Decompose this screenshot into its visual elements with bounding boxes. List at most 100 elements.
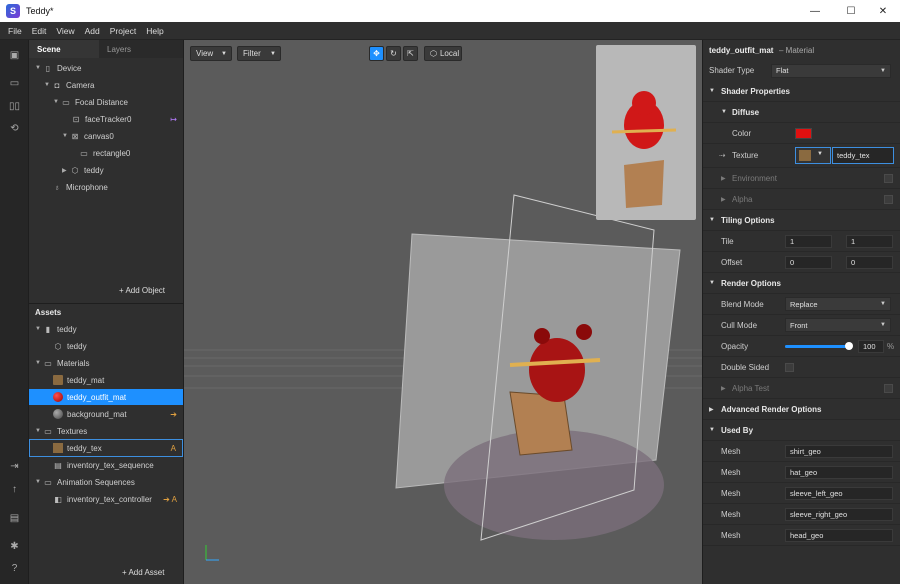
expand-arrow-icon[interactable]: ▼: [709, 280, 715, 286]
asset-item-teddy-mat[interactable]: teddy_mat: [53, 372, 104, 388]
asset-item-teddy-tex[interactable]: teddy_tex A: [29, 439, 183, 457]
viewport[interactable]: View ▼ Filter ▼ ✥ ↻ ⇱ ⬡ Local: [184, 40, 702, 584]
alpha-test-checkbox[interactable]: [884, 383, 893, 393]
menu-add[interactable]: Add: [80, 26, 105, 36]
texture-picker[interactable]: ▼: [795, 147, 831, 164]
color-swatch[interactable]: [795, 127, 812, 139]
add-object-button[interactable]: + Add Object: [119, 286, 165, 295]
collapse-arrow-icon[interactable]: ▶: [721, 175, 726, 182]
upload-icon[interactable]: ↑: [8, 483, 21, 496]
tile-x-field[interactable]: 1: [785, 234, 832, 248]
view-dropdown[interactable]: View ▼: [190, 46, 232, 61]
opacity-slider-thumb[interactable]: [845, 342, 853, 350]
local-toggle-button[interactable]: ⬡ Local: [424, 46, 462, 61]
expand-arrow-icon[interactable]: ▼: [44, 82, 52, 88]
asset-item-animation-sequences[interactable]: ▼ ▭ Animation Sequences: [35, 474, 135, 490]
shader-properties-section[interactable]: ▼ Shader Properties: [703, 81, 900, 102]
mesh-field[interactable]: shirt_geo: [785, 444, 893, 458]
texture-name-field[interactable]: teddy_tex: [832, 147, 894, 164]
expand-arrow-icon[interactable]: ▼: [709, 427, 715, 433]
link-icon[interactable]: ↦: [170, 115, 177, 124]
alpha-checkbox[interactable]: [884, 194, 893, 204]
scene-canvas[interactable]: [184, 40, 702, 584]
send-to-device-icon[interactable]: ⇥: [8, 460, 21, 473]
rotate-tool-icon[interactable]: ↻: [386, 46, 401, 61]
help-icon[interactable]: ?: [8, 562, 21, 575]
offset-y-field[interactable]: 0: [846, 255, 893, 269]
collapse-arrow-icon[interactable]: ▶: [62, 167, 70, 174]
tree-item-camera[interactable]: ▼ ◘ Camera: [44, 77, 94, 93]
close-icon[interactable]: ✕: [866, 0, 900, 22]
double-sided-checkbox[interactable]: [785, 362, 794, 372]
link-arrow-icon[interactable]: ⇢: [719, 151, 726, 160]
expand-arrow-icon[interactable]: ▼: [35, 65, 43, 71]
tree-item-canvas[interactable]: ▼ ⊠ canvas0: [62, 128, 114, 144]
menu-help[interactable]: Help: [141, 26, 168, 36]
collapse-arrow-icon[interactable]: ▶: [721, 385, 726, 392]
expand-arrow-icon[interactable]: ▼: [53, 99, 61, 105]
alpha-test-section[interactable]: ▶ Alpha Test: [703, 378, 900, 399]
asset-item-inventory-tex-sequence[interactable]: ▤ inventory_tex_sequence: [53, 457, 154, 473]
menu-project[interactable]: Project: [105, 26, 141, 36]
filter-dropdown[interactable]: Filter ▼: [237, 46, 281, 61]
menu-edit[interactable]: Edit: [27, 26, 52, 36]
environment-checkbox[interactable]: [884, 173, 893, 183]
video-icon[interactable]: ▭: [8, 77, 21, 90]
mesh-field[interactable]: sleeve_left_geo: [785, 486, 893, 500]
tiling-options-section[interactable]: ▼ Tiling Options: [703, 210, 900, 231]
tab-layers[interactable]: Layers: [99, 40, 139, 58]
menu-file[interactable]: File: [3, 26, 27, 36]
expand-arrow-icon[interactable]: ▼: [35, 428, 43, 434]
mesh-field[interactable]: hat_geo: [785, 465, 893, 479]
tree-item-teddy[interactable]: ▶ ⬡ teddy: [62, 162, 104, 178]
tree-item-microphone[interactable]: ♁ Microphone: [44, 179, 108, 195]
tree-item-focal-distance[interactable]: ▼ ▭ Focal Distance: [53, 94, 128, 110]
asset-item-teddy-mesh[interactable]: ⬡ teddy: [53, 338, 87, 354]
tree-item-facetracker[interactable]: ⊡ faceTracker0 ↦: [71, 111, 183, 127]
collapse-arrow-icon[interactable]: ▶: [721, 196, 726, 203]
asset-item-teddy-folder[interactable]: ▼ ▮ teddy: [35, 321, 184, 337]
blend-mode-dropdown[interactable]: Replace ▼: [785, 297, 891, 311]
advanced-render-options-section[interactable]: ▶ Advanced Render Options: [703, 399, 900, 420]
cull-mode-dropdown[interactable]: Front ▼: [785, 318, 891, 332]
tree-item-rectangle[interactable]: ▭ rectangle0: [79, 145, 130, 161]
asset-item-teddy-outfit-mat[interactable]: teddy_outfit_mat: [29, 389, 183, 405]
render-options-section[interactable]: ▼ Render Options: [703, 273, 900, 294]
expand-arrow-icon[interactable]: ▼: [35, 360, 43, 366]
asset-item-materials[interactable]: ▼ ▭ Materials: [35, 355, 89, 371]
folder-icon[interactable]: ▤: [8, 512, 21, 525]
used-by-section[interactable]: ▼ Used By: [703, 420, 900, 441]
menu-view[interactable]: View: [51, 26, 79, 36]
shader-type-dropdown[interactable]: Flat ▼: [771, 63, 891, 78]
expand-arrow-icon[interactable]: ▼: [709, 88, 715, 94]
link-badge-icon[interactable]: ➔ A: [163, 495, 177, 504]
sync-icon[interactable]: ⟲: [8, 122, 21, 135]
scale-tool-icon[interactable]: ⇱: [403, 46, 418, 61]
link-icon[interactable]: ➔: [170, 410, 177, 419]
mesh-field[interactable]: head_geo: [785, 528, 893, 542]
tile-y-field[interactable]: 1: [846, 234, 893, 248]
tab-scene[interactable]: Scene: [29, 40, 99, 58]
environment-section[interactable]: ▶ Environment: [703, 168, 900, 189]
asset-item-textures[interactable]: ▼ ▭ Textures: [35, 423, 87, 439]
split-view-icon[interactable]: ▯▯: [8, 100, 21, 113]
layout-icon[interactable]: ▣: [8, 49, 21, 62]
asset-item-inventory-tex-controller[interactable]: ◧ inventory_tex_controller ➔ A: [53, 491, 183, 507]
minimize-icon[interactable]: —: [798, 0, 832, 22]
tree-item-device[interactable]: ▼ ▯ Device: [35, 60, 81, 76]
expand-arrow-icon[interactable]: ▼: [709, 217, 715, 223]
bug-icon[interactable]: ✱: [8, 540, 21, 553]
opacity-field[interactable]: 100: [858, 339, 884, 353]
offset-x-field[interactable]: 0: [785, 255, 832, 269]
opacity-slider[interactable]: [785, 344, 849, 348]
maximize-icon[interactable]: ☐: [834, 0, 868, 22]
collapse-arrow-icon[interactable]: ▶: [709, 406, 714, 413]
teddy-box[interactable]: [509, 391, 573, 456]
teddy-body[interactable]: [529, 338, 585, 402]
add-asset-button[interactable]: + Add Asset: [122, 568, 164, 577]
move-tool-icon[interactable]: ✥: [369, 46, 384, 61]
diffuse-section[interactable]: ▼ Diffuse: [703, 102, 900, 123]
expand-arrow-icon[interactable]: ▼: [721, 109, 727, 115]
expand-arrow-icon[interactable]: ▼: [62, 133, 70, 139]
mesh-field[interactable]: sleeve_right_geo: [785, 507, 893, 521]
